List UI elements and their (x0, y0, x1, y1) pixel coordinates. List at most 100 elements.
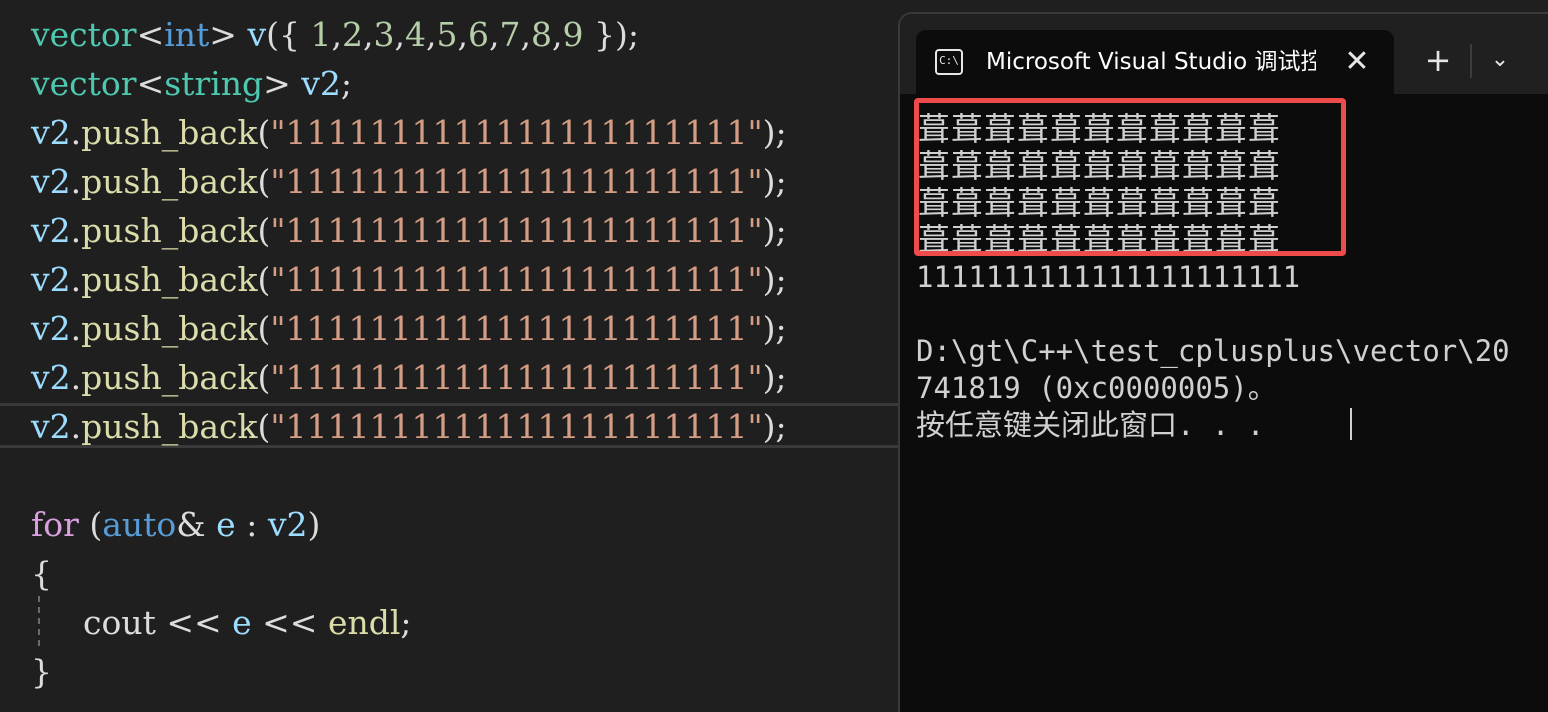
code-token: v (247, 15, 267, 54)
code-token: auto (102, 505, 177, 544)
code-token: 1 (310, 15, 332, 54)
code-token: , (457, 15, 468, 54)
exit-message-line-2: 741819 (0xc0000005)。 (916, 371, 1277, 405)
code-token: . (70, 211, 82, 250)
code-token: v2 (31, 162, 71, 201)
code-token: endl (327, 603, 401, 642)
code-token: , (488, 15, 500, 54)
code-token: . (70, 309, 82, 348)
line-push-back-1: v2.push_back("1111111111111111111111"); (31, 108, 787, 157)
code-token: ); (762, 113, 787, 152)
code-token: 4 (404, 15, 426, 54)
line-vector-int: vector<int> v({ 1,2,3,4,5,6,7,8,9 }); (31, 10, 639, 59)
code-token: < (136, 15, 165, 54)
close-icon[interactable]: ✕ (1339, 44, 1375, 80)
code-token: "1111111111111111111111" (270, 162, 763, 201)
terminal-window[interactable]: C:\ Microsoft Visual Studio 调试控制台 ✕ + ⌄ … (898, 12, 1548, 712)
line-cout: cout << e << endl; (62, 598, 412, 647)
code-token: }); (583, 15, 639, 54)
code-token: "1111111111111111111111" (270, 211, 763, 250)
code-token: ( (257, 358, 271, 397)
code-token: v2 (31, 113, 71, 152)
code-token: ); (762, 211, 787, 250)
line-push-back-4: v2.push_back("1111111111111111111111"); (31, 255, 787, 304)
code-token: : (235, 505, 268, 544)
line-push-back-7: v2.push_back("1111111111111111111111"); (31, 402, 787, 451)
code-token: v2 (31, 211, 71, 250)
code-token: push_back (81, 211, 258, 250)
code-token: push_back (81, 407, 258, 446)
code-token: . (70, 260, 82, 299)
code-token: string (164, 64, 264, 103)
line-push-back-5: v2.push_back("1111111111111111111111"); (31, 304, 787, 353)
code-token: . (70, 358, 82, 397)
terminal-titlebar: C:\ Microsoft Visual Studio 调试控制台 ✕ + ⌄ (900, 14, 1548, 94)
code-token: < (136, 64, 165, 103)
code-token: << (251, 603, 328, 642)
output-line: 1111111111111111111111 (916, 260, 1301, 294)
code-token: push_back (81, 162, 258, 201)
code-token: push_back (81, 358, 258, 397)
code-editor[interactable]: vector<int> v({ 1,2,3,4,5,6,7,8,9 }); vec… (0, 0, 898, 712)
code-token: > (209, 15, 248, 54)
exit-message-line-1: D:\gt\C++\test_cplusplus\vector\20 (916, 334, 1510, 368)
code-token: v2 (301, 64, 341, 103)
code-token: 7 (499, 15, 521, 54)
code-token: ( (257, 162, 271, 201)
code-token: ( (78, 505, 103, 544)
chevron-down-icon[interactable]: ⌄ (1480, 40, 1520, 80)
tab-title: Microsoft Visual Studio 调试控制台 (986, 49, 1316, 75)
code-token: int (164, 15, 210, 54)
code-token: "1111111111111111111111" (270, 358, 763, 397)
line-push-back-6: v2.push_back("1111111111111111111111"); (31, 353, 787, 402)
code-token: ); (762, 162, 787, 201)
code-token: ); (762, 260, 787, 299)
code-token: push_back (81, 260, 258, 299)
code-token: << (155, 603, 233, 642)
code-token: e (216, 505, 236, 544)
code-token: for (31, 505, 79, 544)
code-token: ); (762, 358, 787, 397)
code-token: ( (257, 113, 271, 152)
code-token: "1111111111111111111111" (270, 113, 763, 152)
code-token: 6 (467, 15, 489, 54)
code-token: 9 (562, 15, 584, 54)
code-token: vector (31, 15, 137, 54)
terminal-tab[interactable]: C:\ Microsoft Visual Studio 调试控制台 ✕ (916, 30, 1394, 94)
code-token: ( (257, 309, 271, 348)
code-token: ); (762, 309, 787, 348)
code-token: ) (307, 505, 321, 544)
code-token: . (70, 407, 82, 446)
code-token: ); (762, 407, 787, 446)
code-token: ({ (266, 15, 311, 54)
code-token: ( (257, 407, 271, 446)
code-token: & (176, 505, 217, 544)
code-token: "1111111111111111111111" (270, 309, 763, 348)
red-highlight-box (914, 98, 1346, 256)
code-token: . (70, 162, 82, 201)
press-any-key-prompt: 按任意键关闭此窗口. . . (916, 408, 1265, 442)
code-token: , (331, 15, 342, 54)
code-token: } (31, 652, 52, 691)
code-token: v2 (31, 358, 71, 397)
code-token: ( (257, 211, 271, 250)
line-open-brace: { (31, 549, 52, 598)
code-token: , (425, 15, 437, 54)
code-token: "1111111111111111111111" (270, 260, 763, 299)
code-token: e (232, 603, 252, 642)
code-token: v2 (267, 505, 308, 544)
line-push-back-2: v2.push_back("1111111111111111111111"); (31, 157, 787, 206)
code-token: v2 (31, 309, 71, 348)
code-token: vector (31, 64, 137, 103)
code-token: { (31, 554, 52, 593)
code-token: ; (400, 603, 412, 642)
code-token: ( (257, 260, 271, 299)
line-close-brace: } (31, 647, 52, 696)
code-token: , (362, 15, 374, 54)
new-tab-button[interactable]: + (1418, 40, 1458, 80)
code-token: , (520, 15, 531, 54)
code-token: 8 (530, 15, 552, 54)
code-token: > (263, 64, 302, 103)
console-icon: C:\ (935, 49, 963, 75)
indent-guide (38, 596, 40, 646)
